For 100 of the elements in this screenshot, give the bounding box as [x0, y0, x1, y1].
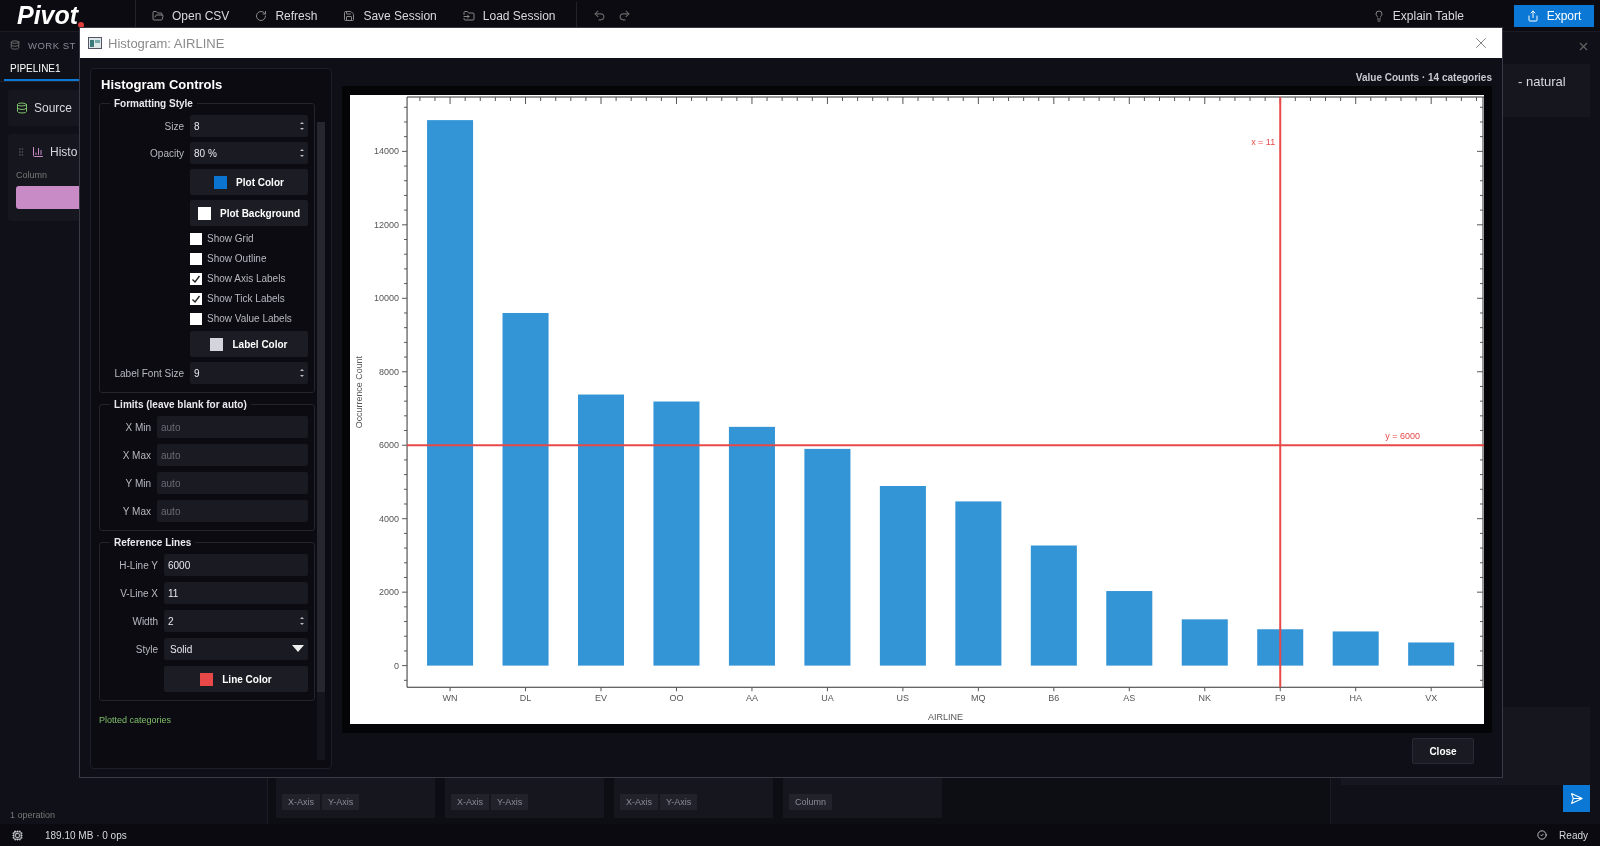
tick-label: MQ	[971, 693, 986, 704]
toolbar-button[interactable]: Load Session	[452, 1, 566, 30]
tick-label: AS	[1123, 693, 1136, 704]
field-label: Opacity	[149, 147, 184, 159]
group-title: Reference Lines	[113, 537, 193, 548]
checkbox[interactable]	[190, 272, 202, 285]
spin-box[interactable]: 9	[190, 362, 308, 384]
axis-chip[interactable]: Y-Axis	[660, 794, 698, 810]
input-field[interactable]: 11	[164, 582, 308, 604]
checkbox[interactable]	[190, 312, 202, 325]
explain-button[interactable]: Explain Table	[1362, 1, 1474, 30]
ready-status: Ready	[1559, 829, 1588, 841]
tick-label: NK	[1198, 693, 1211, 704]
tick-label: 6000	[379, 440, 400, 451]
window-icon	[88, 37, 102, 49]
folder-icon	[462, 9, 475, 22]
spin-box[interactable]: 80 %	[190, 142, 308, 164]
bar	[1257, 629, 1304, 666]
tick-label: EV	[595, 693, 607, 704]
axis-label: AIRLINE	[928, 712, 963, 722]
tick-label: 0	[394, 660, 400, 671]
close-icon[interactable]	[1577, 40, 1590, 53]
axis-chip[interactable]: Y-Axis	[322, 794, 360, 810]
tick-label: B6	[1048, 693, 1060, 704]
tick-label: 10000	[374, 293, 400, 304]
axis-chip[interactable]: X-Axis	[282, 794, 320, 810]
field-label: Y Min	[124, 477, 151, 489]
tick-label: UA	[821, 693, 834, 704]
caret-icon	[292, 645, 304, 653]
drag-handle-icon[interactable]	[16, 147, 26, 157]
spin-arrows-icon[interactable]	[299, 367, 305, 379]
bar	[1332, 631, 1379, 666]
color-button[interactable]: Line Color	[164, 666, 308, 692]
tick-label: 14000	[374, 146, 400, 157]
color-button[interactable]: Plot Background	[190, 200, 308, 226]
status-note: Plotted categories	[99, 714, 173, 725]
stack-icon	[10, 40, 20, 50]
bar	[1408, 642, 1455, 666]
tick-label: HA	[1349, 693, 1362, 704]
axis-chip[interactable]: X-Axis	[451, 794, 489, 810]
spin-box[interactable]: 2	[164, 610, 308, 632]
tick-label: DL	[519, 693, 532, 704]
reference-label: y = 6000	[1385, 431, 1420, 442]
redo-icon	[617, 9, 631, 22]
axis-chip[interactable]: Column	[789, 794, 832, 810]
step-title: Source	[34, 101, 73, 115]
field-label: Width	[131, 615, 158, 627]
axis-chip[interactable]: X-Axis	[620, 794, 658, 810]
input-field[interactable]: 6000	[164, 554, 308, 576]
toolbar-button[interactable]: Open CSV	[142, 1, 240, 30]
checkbox[interactable]	[190, 232, 202, 245]
check-icon	[1537, 830, 1548, 840]
reference-label: x = 11	[1251, 136, 1276, 147]
color-button[interactable]: Plot Color	[190, 169, 308, 195]
operation-count: 1 operation	[9, 810, 57, 822]
message-text: - natural	[1518, 74, 1566, 89]
close-button[interactable]: Close	[1412, 738, 1474, 764]
field-label: Size	[163, 120, 184, 132]
chart-icon	[32, 146, 44, 158]
color-button[interactable]: Label Color	[190, 331, 308, 357]
checkbox[interactable]	[190, 252, 202, 265]
field-label: Label Font Size	[113, 367, 184, 379]
field-label: Column	[16, 170, 48, 180]
checkbox[interactable]	[190, 292, 202, 305]
database-icon	[16, 102, 28, 114]
app-logo: Pivot	[17, 1, 79, 30]
tick-label: 2000	[379, 587, 400, 598]
group-title: Formatting Style	[113, 98, 194, 109]
export-icon	[1526, 9, 1539, 22]
refresh-icon	[255, 9, 268, 22]
tick-label: 4000	[379, 513, 400, 524]
field-label: Style	[134, 643, 158, 655]
spin-arrows-icon[interactable]	[299, 615, 305, 627]
field-label: V-Line X	[119, 587, 158, 599]
field-label: X Max	[121, 449, 151, 461]
checkbox-label: Show Grid	[207, 233, 254, 244]
style-dropdown[interactable]: Solid	[164, 638, 308, 660]
axis-chip[interactable]: Y-Axis	[491, 794, 529, 810]
checkbox-label: Show Axis Labels	[207, 273, 286, 284]
save-icon	[343, 9, 356, 22]
tick-label: 12000	[374, 219, 400, 230]
group-title: Limits (leave blank for auto)	[113, 399, 248, 410]
checkbox-label: Show Value Labels	[207, 313, 292, 324]
chart-summary: Value Counts · 14 categories	[1355, 71, 1492, 83]
checkbox-label: Show Tick Labels	[207, 293, 285, 304]
toolbar-button[interactable]: Save Session	[333, 1, 447, 30]
tick-label: VX	[1425, 693, 1438, 704]
tick-label: 8000	[379, 366, 400, 377]
send-button[interactable]	[1563, 785, 1590, 812]
export-button[interactable]: Export	[1514, 4, 1594, 27]
spin-box[interactable]: 8	[190, 115, 308, 137]
field-label: X Min	[124, 421, 151, 433]
spin-arrows-icon[interactable]	[299, 147, 305, 159]
spin-arrows-icon[interactable]	[299, 120, 305, 132]
send-icon	[1570, 792, 1583, 805]
window-title: Histogram: AIRLINE	[108, 35, 225, 51]
toolbar-button[interactable]: Refresh	[245, 1, 328, 30]
panel-title: Histogram Controls	[100, 76, 224, 94]
undo-icon	[592, 9, 606, 22]
panel-title: WORK ST	[28, 39, 76, 51]
